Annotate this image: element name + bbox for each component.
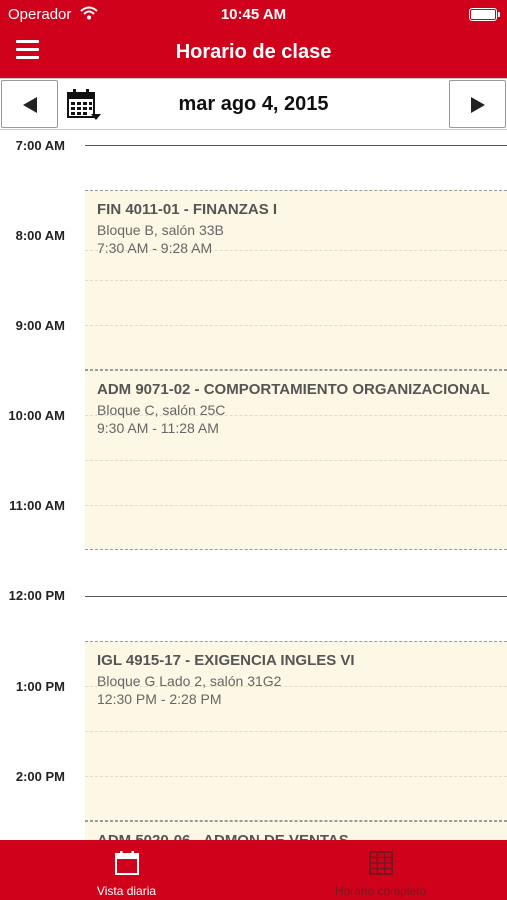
previous-day-button[interactable] xyxy=(1,80,58,128)
class-room: Bloque G Lado 2, salón 31G2 xyxy=(97,673,282,689)
calendar-picker-icon[interactable] xyxy=(64,87,104,123)
date-toolbar: mar ago 4, 2015 xyxy=(0,78,507,130)
hour-label: 7:00 AM xyxy=(15,138,65,153)
hour-label: 8:00 AM xyxy=(15,228,65,243)
class-block[interactable]: IGL 4915-17 - EXIGENCIA INGLES VI Bloque… xyxy=(85,641,507,821)
tab-full-schedule[interactable]: Horario completo xyxy=(254,840,507,900)
arrow-left-icon xyxy=(23,97,37,113)
class-room: Bloque C, salón 25C xyxy=(97,402,226,418)
hour-label: 9:00 AM xyxy=(15,318,65,333)
battery-icon xyxy=(469,8,500,21)
nav-bar: Horario de clase xyxy=(0,28,507,78)
current-date: mar ago 4, 2015 xyxy=(178,93,329,115)
tab-bar: Vista diaria Horario completo xyxy=(0,840,507,900)
hour-label: 2:00 PM xyxy=(15,769,65,784)
page-title: Horario de clase xyxy=(175,41,332,63)
calendar-icon xyxy=(115,851,139,875)
class-time: 12:30 PM - 2:28 PM xyxy=(97,691,222,707)
arrow-right-icon xyxy=(471,97,485,113)
clock: 10:45 AM xyxy=(220,6,287,23)
day-schedule[interactable]: 7:00 AM 8:00 AM 9:00 AM 10:00 AM 11:00 A… xyxy=(0,130,507,840)
hour-label: 11:00 AM xyxy=(9,498,65,513)
class-block[interactable]: ADM 9071-02 - COMPORTAMIENTO ORGANIZACIO… xyxy=(85,370,507,550)
hour-line xyxy=(85,596,507,597)
status-bar: Operador 10:45 AM xyxy=(0,0,507,28)
class-room: Bloque B, salón 33B xyxy=(97,222,224,238)
class-title: ADM 9071-02 - COMPORTAMIENTO ORGANIZACIO… xyxy=(97,381,490,398)
tab-label: Vista diaria xyxy=(96,884,157,898)
class-block[interactable]: ADM 5020-06 - ADMON DE VENTAS xyxy=(85,821,507,840)
hour-line xyxy=(85,145,507,146)
hour-label: 1:00 PM xyxy=(15,679,65,694)
hour-label: 12:00 PM xyxy=(8,588,65,603)
tab-daily-view[interactable]: Vista diaria xyxy=(0,840,253,900)
grid-icon xyxy=(369,851,393,875)
class-time: 9:30 AM - 11:28 AM xyxy=(97,420,219,436)
class-time: 7:30 AM - 9:28 AM xyxy=(97,240,213,256)
class-block[interactable]: FIN 4011-01 - FINANZAS I Bloque B, salón… xyxy=(85,190,507,370)
class-title: FIN 4011-01 - FINANZAS I xyxy=(97,201,278,218)
class-title: IGL 4915-17 - EXIGENCIA INGLES VI xyxy=(97,652,355,669)
hour-label: 10:00 AM xyxy=(8,408,65,423)
tab-label: Horario completo xyxy=(334,884,427,898)
class-title: ADM 5020-06 - ADMON DE VENTAS xyxy=(97,832,349,840)
next-day-button[interactable] xyxy=(449,80,506,128)
